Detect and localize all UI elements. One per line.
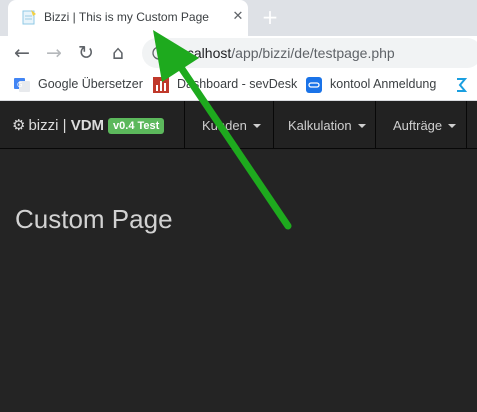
bookmark-label: Dashboard - sevDesk bbox=[177, 77, 298, 91]
browser-toolbar: ← → ↻ ⌂ localhost/app/bizzi/de/testpage.… bbox=[0, 36, 477, 69]
bookmark-label: Google Übersetzer bbox=[38, 77, 143, 91]
browser-tab-strip: Bizzi | This is my Custom Page ✕ + bbox=[0, 0, 477, 36]
url-text: localhost/app/bizzi/de/testpage.php bbox=[176, 45, 395, 61]
google-translate-icon: G bbox=[14, 78, 30, 92]
nav-item-label: Kalkulation bbox=[288, 118, 366, 133]
url-path: /app/bizzi/de/testpage.php bbox=[231, 45, 395, 61]
back-button[interactable]: ← bbox=[9, 40, 35, 66]
bookmarks-bar: G Google Übersetzer Dashboard - sevDesk … bbox=[0, 69, 477, 101]
info-icon[interactable] bbox=[152, 46, 166, 60]
nav-item-auftraege[interactable]: Aufträge bbox=[375, 101, 467, 148]
svg-text:G: G bbox=[17, 81, 22, 89]
tab-title: Bizzi | This is my Custom Page bbox=[44, 10, 209, 24]
nav-item-kalkulation[interactable]: Kalkulation bbox=[273, 101, 376, 148]
url-host: localhost bbox=[176, 45, 232, 61]
bookmark-overflow-icon[interactable] bbox=[454, 76, 468, 94]
gear-icon: ⚙ bbox=[12, 117, 26, 134]
brand-product: VDM bbox=[70, 117, 105, 134]
notepad-icon bbox=[22, 10, 36, 25]
nav-item-label: Kunden bbox=[202, 118, 261, 133]
nav-kunden-label: Kunden bbox=[202, 118, 247, 133]
kontool-icon bbox=[306, 77, 322, 93]
bar-chart-icon bbox=[153, 77, 169, 93]
screen: Bizzi | This is my Custom Page ✕ + ← → ↻… bbox=[0, 0, 477, 412]
brand-separator: | bbox=[58, 117, 71, 134]
address-bar[interactable]: localhost/app/bizzi/de/testpage.php bbox=[142, 38, 477, 68]
version-badge: v0.4 Test bbox=[108, 118, 165, 134]
app-navbar: ⚙ bizzi | VDM v0.4 Test Kunden Kalkulation… bbox=[0, 101, 477, 149]
forward-button[interactable]: → bbox=[41, 40, 67, 66]
new-tab-button[interactable]: + bbox=[258, 6, 282, 30]
nav-kalkulation-label: Kalkulation bbox=[288, 118, 352, 133]
nav-item-kunden[interactable]: Kunden bbox=[184, 101, 274, 148]
chevron-down-icon bbox=[357, 124, 366, 128]
reload-button[interactable]: ↻ bbox=[73, 40, 99, 66]
chevron-down-icon bbox=[252, 124, 261, 128]
brand-name: bizzi bbox=[28, 117, 59, 134]
nav-item-label: Aufträge bbox=[393, 118, 457, 133]
app-brand[interactable]: ⚙ bizzi | VDM v0.4 Test bbox=[12, 116, 165, 134]
close-icon[interactable]: ✕ bbox=[230, 9, 246, 25]
home-button[interactable]: ⌂ bbox=[105, 40, 131, 66]
page-content: Custom Page bbox=[0, 149, 477, 412]
nav-auftraege-label: Aufträge bbox=[393, 118, 443, 133]
chevron-down-icon bbox=[448, 124, 457, 128]
page-title: Custom Page bbox=[15, 204, 173, 234]
bookmark-label: kontool Anmeldung bbox=[330, 77, 437, 91]
browser-tab-active[interactable]: Bizzi | This is my Custom Page ✕ bbox=[8, 0, 248, 36]
